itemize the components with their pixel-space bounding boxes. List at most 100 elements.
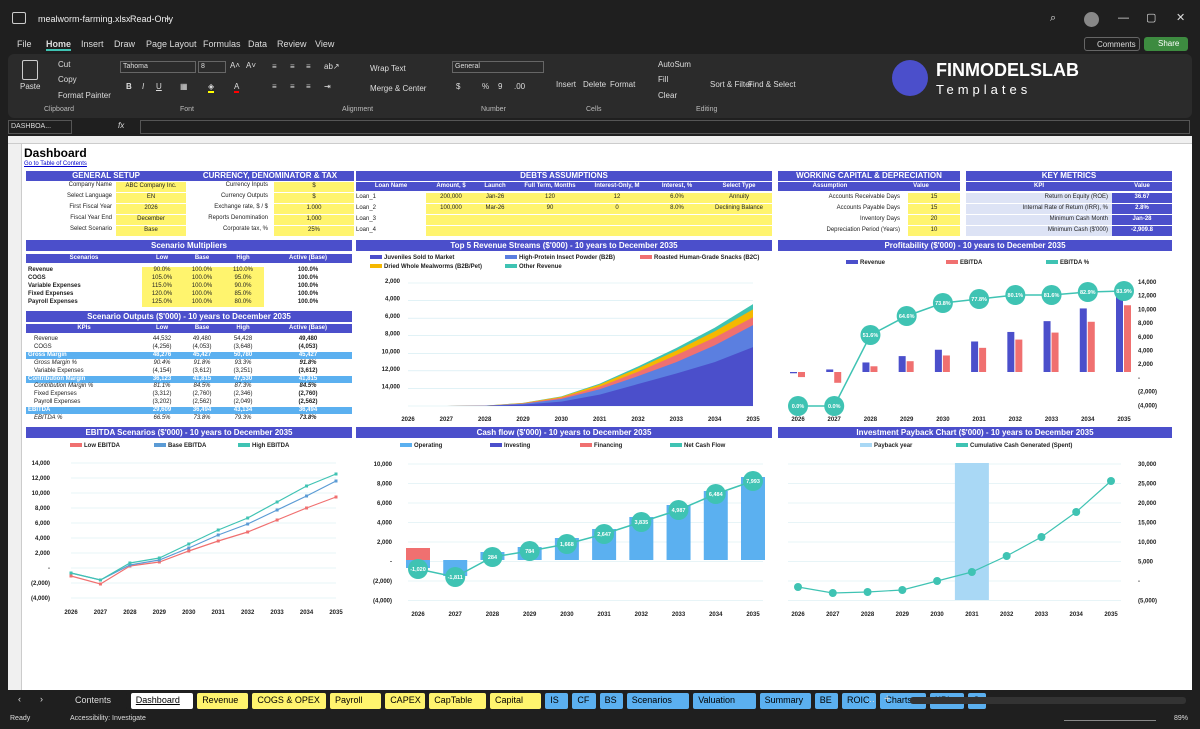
percent-icon[interactable]: % <box>482 82 489 91</box>
cumulative-cash-marker <box>933 577 942 585</box>
menu-draw[interactable]: Draw <box>114 39 135 49</box>
number-format-select[interactable]: General <box>452 61 544 73</box>
share-button[interactable]: Share <box>1144 37 1188 51</box>
orientation-icon[interactable]: ab↗ <box>324 62 340 71</box>
restore-icon[interactable]: ▢ <box>1146 11 1156 24</box>
merge-center-button[interactable]: Merge & Center <box>370 84 426 93</box>
profit-bar <box>1124 305 1131 372</box>
bold-icon[interactable]: B <box>126 82 132 91</box>
sheet-tab[interactable]: COGS & OPEX <box>252 693 326 709</box>
x-tick-label: 2029 <box>516 417 530 423</box>
menu-home[interactable]: Home <box>46 39 72 51</box>
autosum-button[interactable]: AutoSum <box>658 60 691 69</box>
font-name-select[interactable]: Tahoma <box>120 61 196 73</box>
find-select-button[interactable]: Find & Select <box>748 80 796 89</box>
sheet-tab[interactable]: Valuation <box>693 693 756 709</box>
menu-file[interactable]: File <box>17 39 32 49</box>
x-tick-label: 2030 <box>930 612 944 618</box>
worksheet[interactable]: Dashboard Go to Table of Contents GENERA… <box>8 136 1192 690</box>
ebitda-scenario-marker <box>275 518 279 522</box>
decimal-icon[interactable]: .00 <box>514 82 525 91</box>
italic-icon[interactable]: I <box>142 82 144 91</box>
wrap-text-button[interactable]: Wrap Text <box>370 64 406 73</box>
formula-input[interactable] <box>140 120 1190 134</box>
sheet-tab[interactable]: Capital <box>490 693 542 709</box>
format-painter-button[interactable]: Format Painter <box>58 91 111 100</box>
sort-filter-button[interactable]: Sort & Filter <box>710 80 752 89</box>
sheet-tab[interactable]: Dashboard <box>130 693 194 709</box>
legend-swatch <box>956 443 968 447</box>
title-bar: mealworm-farming.xlsx - Read-Only ⌄ ⌕ — … <box>0 0 1200 36</box>
clear-button[interactable]: Clear <box>658 91 677 100</box>
menu-review[interactable]: Review <box>277 39 307 49</box>
comma-icon[interactable]: 9 <box>498 82 502 91</box>
accessibility-status[interactable]: Accessibility: Investigate <box>70 715 146 722</box>
grow-font-icon[interactable]: A˄ <box>230 61 240 70</box>
sheet-tab[interactable]: Scenarios <box>626 693 690 709</box>
zoom-slider[interactable] <box>1064 720 1156 721</box>
search-icon[interactable]: ⌕ <box>1050 12 1056 25</box>
next-sheet-icon[interactable]: › <box>40 694 43 704</box>
y-tick-label: 2,000 <box>377 540 393 546</box>
add-sheet-icon[interactable]: + <box>884 693 890 705</box>
menu-insert[interactable]: Insert <box>81 39 104 49</box>
minimize-icon[interactable]: — <box>1118 12 1129 24</box>
align-left-icon[interactable]: ≡ <box>272 82 277 91</box>
fill-color-icon[interactable]: ◈ <box>208 82 215 93</box>
fill-button[interactable]: Fill <box>658 75 668 84</box>
underline-icon[interactable]: U <box>156 82 162 91</box>
legend-swatch <box>670 443 682 447</box>
shrink-font-icon[interactable]: A˅ <box>246 61 256 70</box>
comments-button[interactable]: Comments <box>1084 37 1140 51</box>
borders-icon[interactable]: ▦ <box>180 82 188 91</box>
align-bottom-icon[interactable]: ≡ <box>306 62 311 71</box>
align-middle-icon[interactable]: ≡ <box>290 62 295 71</box>
menu-formulas[interactable]: Formulas <box>203 39 241 49</box>
close-icon[interactable]: ✕ <box>1176 11 1185 24</box>
format-cells-button[interactable]: Format <box>610 80 635 89</box>
x-tick-label: 2028 <box>123 610 137 616</box>
x-tick-label: 2034 <box>1081 417 1095 423</box>
sheet-tab[interactable]: BS <box>599 693 623 709</box>
sheet-tab[interactable]: CapTable <box>429 693 486 709</box>
number-group-label: Number <box>481 106 506 113</box>
paste-icon[interactable] <box>22 60 38 80</box>
menu-page-layout[interactable]: Page Layout <box>146 39 197 49</box>
horizontal-scrollbar[interactable] <box>910 697 1186 704</box>
align-top-icon[interactable]: ≡ <box>272 62 277 71</box>
font-color-icon[interactable]: A <box>234 82 240 93</box>
sheet-tab[interactable]: BE <box>814 693 838 709</box>
sheet-tab[interactable]: Revenue <box>197 693 249 709</box>
delete-cells-button[interactable]: Delete <box>583 80 606 89</box>
paste-button[interactable]: Paste <box>20 82 40 91</box>
sheet-tab[interactable]: IS <box>545 693 569 709</box>
menu-data[interactable]: Data <box>248 39 267 49</box>
name-box[interactable]: DASHBOA... <box>8 120 72 134</box>
avatar[interactable] <box>1084 12 1099 27</box>
more-sheets-icon[interactable]: … <box>866 694 875 704</box>
prev-sheet-icon[interactable]: ‹ <box>18 694 21 704</box>
ebitda-scenario-line <box>70 496 337 585</box>
file-name: mealworm-farming.xlsx <box>38 14 131 24</box>
sheet-tab[interactable]: Summary <box>759 693 811 709</box>
y-tick-label: 4,000 <box>1138 349 1154 355</box>
indent-icon[interactable]: ⇥ <box>324 82 331 91</box>
name-box-value: DASHBOA... <box>11 123 52 130</box>
sheet-tab[interactable]: CAPEX <box>385 693 426 709</box>
align-center-icon[interactable]: ≡ <box>290 82 295 91</box>
insert-cells-button[interactable]: Insert <box>556 80 576 89</box>
x-tick-label: 2033 <box>1035 612 1049 618</box>
menu-view[interactable]: View <box>315 39 334 49</box>
font-size-select[interactable]: 8 <box>198 61 226 73</box>
sheet-tab[interactable]: Contents <box>70 693 127 709</box>
cells-group-label: Cells <box>586 106 602 113</box>
copy-button[interactable]: Copy <box>58 75 77 84</box>
align-right-icon[interactable]: ≡ <box>306 82 311 91</box>
sheet-tab[interactable]: CF <box>572 693 596 709</box>
currency-icon[interactable]: $ <box>456 82 460 91</box>
cut-button[interactable]: Cut <box>58 60 70 69</box>
y-tick-label: 6,000 <box>1138 335 1154 341</box>
sheet-tab[interactable]: Payroll <box>330 693 382 709</box>
zoom-level[interactable]: 89% <box>1174 715 1188 722</box>
chevron-down-icon[interactable]: ⌄ <box>164 12 172 23</box>
